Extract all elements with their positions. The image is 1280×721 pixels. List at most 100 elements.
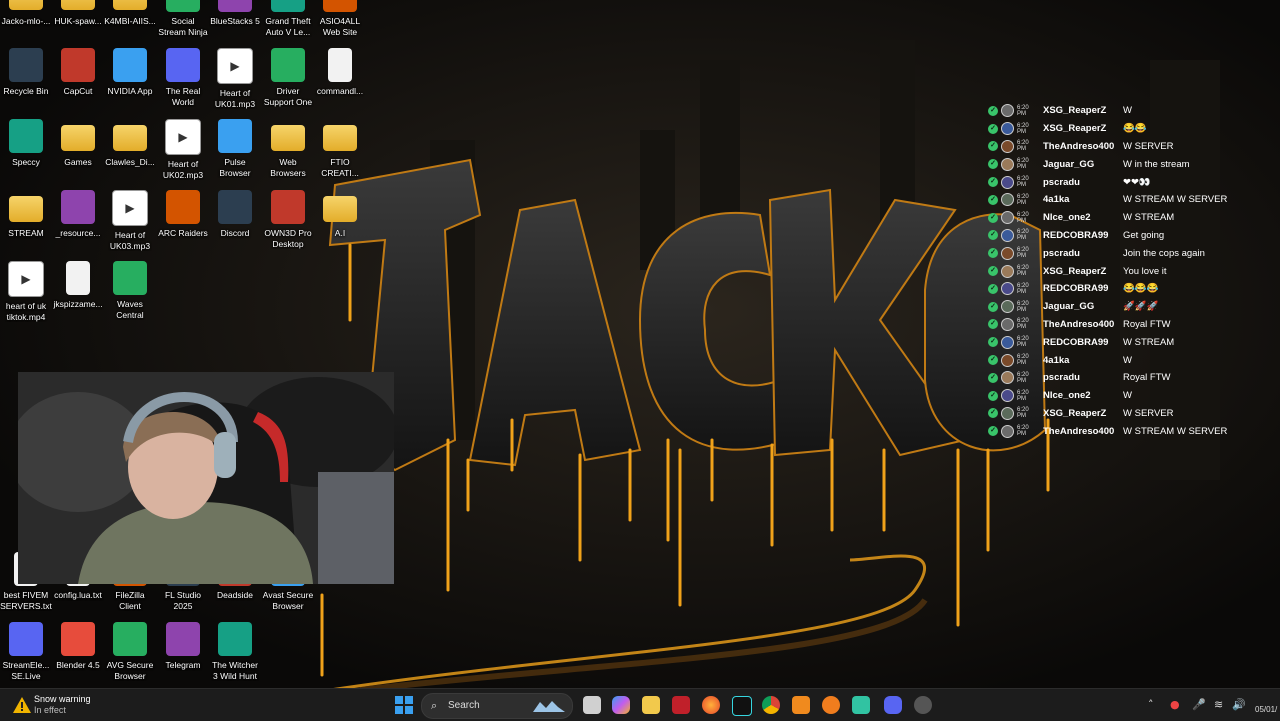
desktop-icon-ftio-creati[interactable]: FTIO CREATI... (314, 119, 366, 178)
clock-date[interactable]: 05/01/ (1255, 705, 1277, 714)
tray-overflow-chevron-icon[interactable]: ˄ (1148, 698, 1154, 711)
extra-app-button[interactable] (914, 696, 932, 714)
desktop-icon-own3d-pro-desktop[interactable]: OWN3D Pro Desktop (262, 190, 314, 249)
desktop-icon-label: BlueStacks 5 (210, 16, 260, 26)
microphone-icon[interactable]: 🎤 (1192, 698, 1206, 711)
chat-message: ✓ 6:20 PM REDCOBRA99 😂😂😂 (988, 280, 1280, 298)
desktop-icon-waves-central[interactable]: Waves Central (104, 261, 156, 320)
avatar (1001, 139, 1014, 153)
avatar (1001, 389, 1014, 403)
chat-username: NIce_one2 (1043, 212, 1091, 224)
weather-widget[interactable]: Snow warning In effect (8, 692, 128, 718)
desktop-icon-grand-theft-auto-v-le[interactable]: Grand Theft Auto V Le... (262, 0, 314, 37)
avatar (1001, 282, 1014, 296)
desktop-icon-label: Recycle Bin (3, 86, 49, 96)
desktop-icon-label: K4MBI-AIIS... (104, 16, 156, 26)
desktop-icon-clawles-di[interactable]: Clawles_Di... (104, 119, 156, 168)
desktop-icon-discord[interactable]: Discord (209, 190, 261, 239)
search-placeholder: Search (448, 700, 480, 711)
desktop-icon-web-browsers[interactable]: Web Browsers (262, 119, 314, 178)
desktop-icon-heart-of-uk03-mp3[interactable]: ▶ Heart of UK03.mp3 (104, 190, 156, 251)
check-icon: ✓ (988, 283, 998, 294)
chat-timestamp: 6:20 PM (1017, 425, 1029, 438)
desktop-icon-bluestacks-5[interactable]: BlueStacks 5 (209, 0, 261, 27)
webcam-overlay (18, 372, 394, 584)
chat-username: Jaguar_GG (1043, 301, 1095, 313)
desktop-icon-huk-spaw[interactable]: HUK-spaw... (52, 0, 104, 27)
desktop-icon-avg-secure-browser[interactable]: AVG Secure Browser (104, 622, 156, 681)
desktop-icon-label: heart of uk tiktok.mp4 (5, 301, 47, 322)
check-icon: ✓ (988, 177, 998, 188)
desktop-icon-k4mbi-aiis[interactable]: K4MBI-AIIS... (104, 0, 156, 27)
desktop-icon-a-i[interactable]: A.I (314, 190, 366, 239)
wifi-icon[interactable]: ≋ (1214, 698, 1223, 711)
check-icon: ✓ (988, 355, 998, 366)
desktop-icon-streamele-se-live[interactable]: StreamEle... SE.Live (0, 622, 52, 681)
app-icon (113, 622, 147, 656)
desktop-icon-heart-of-uk01-mp3[interactable]: ▶ Heart of UK01.mp3 (209, 48, 261, 109)
avast-app-button[interactable] (822, 696, 840, 714)
copilot-app-button[interactable] (612, 696, 630, 714)
vlc-app-button[interactable] (792, 696, 810, 714)
folder-icon (9, 196, 43, 222)
discord-app-button[interactable] (884, 696, 902, 714)
desktop-icon-label: Pulse Browser (219, 157, 251, 178)
desktop-icon-label: FTIO CREATI... (321, 157, 359, 178)
check-icon: ✓ (988, 390, 998, 401)
firefox-app-button[interactable] (702, 696, 720, 714)
chat-username: XSG_ReaperZ (1043, 105, 1107, 117)
desktop-icon-label: FileZilla Client (115, 590, 145, 611)
chat-username: TheAndreso400 (1043, 425, 1115, 437)
avatar (1001, 335, 1014, 349)
desktop-icon-stream[interactable]: STREAM (0, 190, 52, 239)
desktop-icon-speccy[interactable]: Speccy (0, 119, 52, 168)
desktop-icon-heart-of-uk-tiktok-mp4[interactable]: ▶ heart of uk tiktok.mp4 (0, 261, 52, 322)
chat-message: ✓ 6:20 PM REDCOBRA99 Get going (988, 227, 1280, 245)
desktop-icon-telegram[interactable]: Telegram (157, 622, 209, 671)
check-icon: ✓ (988, 266, 998, 277)
desktop-icon-the-real-world[interactable]: The Real World (157, 48, 209, 107)
desktop-icon-asio4all-web-site[interactable]: ASIO4ALL Web Site (314, 0, 366, 37)
chat-text: You love it (1123, 265, 1167, 277)
app-icon (9, 622, 43, 656)
desktop-icon-label: config.lua.txt (54, 590, 102, 600)
chrome-app-button[interactable] (762, 696, 780, 714)
app-icon (113, 261, 147, 295)
desktop-icon-the-witcher-3-wild-hunt[interactable]: The Witcher 3 Wild Hunt (209, 622, 261, 681)
check-icon: ✓ (988, 319, 998, 330)
desktop-icon-nvidia-app[interactable]: NVIDIA App (104, 48, 156, 97)
desktop-icon-label: Grand Theft Auto V Le... (265, 16, 311, 37)
desktop-icon-jkspizzame[interactable]: jkspizzame... (52, 261, 104, 310)
start-button[interactable] (395, 696, 413, 714)
volume-icon[interactable]: 🔊 (1232, 698, 1246, 711)
desktop-icon-resource[interactable]: _resource... (52, 190, 104, 239)
desktop-icon-heart-of-uk02-mp3[interactable]: ▶ Heart of UK02.mp3 (157, 119, 209, 180)
chat-text: Royal FTW (1123, 318, 1171, 330)
desktop-icon-driver-support-one[interactable]: Driver Support One (262, 48, 314, 107)
desktop-icon-label: Discord (220, 228, 250, 238)
desktop-icon-jacko-mlo[interactable]: Jacko-mlo-... (0, 0, 52, 27)
desktop-icon-arc-raiders[interactable]: ARC Raiders (157, 190, 209, 239)
chat-message: ✓ 6:20 PM NIce_one2 W STREAM (988, 209, 1280, 227)
task-view-button[interactable] (583, 696, 601, 714)
tray-app-icon[interactable]: ● (1170, 698, 1180, 711)
app-icon (323, 0, 357, 12)
desktop-icon-social-stream-ninja[interactable]: Social Stream Ninja (157, 0, 209, 37)
chat-text: W (1123, 354, 1132, 366)
taskbar-search-box[interactable]: ⌕ Search (421, 693, 573, 719)
desktop-icon-recycle-bin[interactable]: Recycle Bin (0, 48, 52, 97)
file-explorer-button[interactable] (642, 696, 660, 714)
check-icon: ✓ (988, 372, 998, 383)
streamlabs-app-button[interactable] (852, 696, 870, 714)
desktop-icon-capcut[interactable]: CapCut (52, 48, 104, 97)
desktop-icon-games[interactable]: Games (52, 119, 104, 168)
mcafee-app-button[interactable] (672, 696, 690, 714)
desktop-icon-blender-4-5[interactable]: Blender 4.5 (52, 622, 104, 671)
chat-username: Jaguar_GG (1043, 158, 1095, 170)
desktop-icon-label: Heart of UK02.mp3 (162, 159, 204, 180)
tiktok-app-button[interactable] (732, 696, 752, 716)
desktop-icon-pulse-browser[interactable]: Pulse Browser (209, 119, 261, 178)
desktop-icon-commandl[interactable]: commandl... (314, 48, 366, 97)
chat-timestamp: 6:20 PM (1017, 389, 1029, 402)
chat-username: NIce_one2 (1043, 390, 1091, 402)
